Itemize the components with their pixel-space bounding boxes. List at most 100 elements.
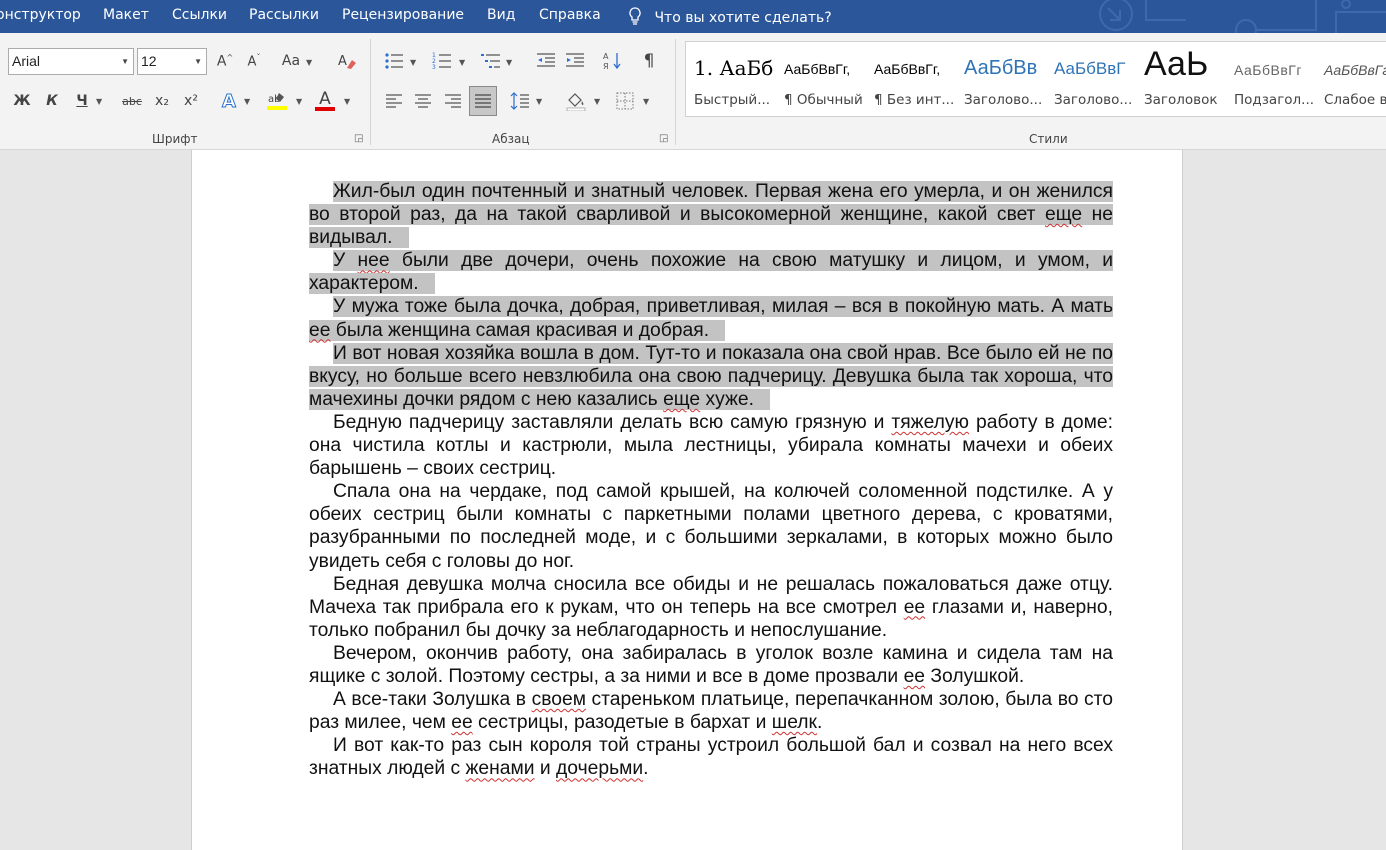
change-case-button[interactable]: Aa (279, 48, 303, 74)
numbering-button[interactable]: 123 (429, 48, 455, 74)
style-name: Заголово... (1054, 92, 1133, 108)
tab-references[interactable]: Ссылки (172, 7, 227, 23)
paragraph[interactable]: У мужа тоже была дочка, добрая, приветли… (309, 295, 1113, 341)
tab-mailings[interactable]: Рассылки (249, 7, 319, 23)
text-run: сестрицы, разодетые в бархат и (472, 712, 772, 734)
chevron-down-icon: ▼ (506, 58, 513, 67)
shading-button[interactable] (563, 88, 589, 114)
align-left-button[interactable] (381, 88, 407, 114)
misspelled-word[interactable]: еще (1045, 204, 1082, 225)
misspelled-word[interactable]: дочерьми (556, 758, 643, 779)
style-subtitle[interactable]: АаБбВвГг Подзагол... (1226, 42, 1316, 116)
document-body[interactable]: Жил-был один почтенный и знатный человек… (309, 180, 1113, 780)
paragraph[interactable]: У нее были две дочери, очень похожие на … (309, 249, 1113, 295)
decrease-indent-button[interactable] (533, 48, 559, 74)
subscript-button[interactable]: x₂ (149, 88, 175, 114)
style-title[interactable]: АаЬ Заголовок (1136, 42, 1226, 116)
paragraph[interactable]: Жил-был один почтенный и знатный человек… (309, 180, 1113, 249)
misspelled-word[interactable]: ее (904, 597, 925, 618)
shrink-font-button[interactable]: Aˇ (241, 48, 267, 74)
multilevel-list-button[interactable] (478, 48, 504, 74)
paragraph[interactable]: А все-таки Золушка в своем стареньком пл… (309, 688, 1113, 734)
highlight-color-button[interactable]: ab (264, 88, 290, 114)
underline-button[interactable]: Ч (69, 88, 95, 114)
increase-indent-button[interactable] (562, 48, 588, 74)
style-name: ¶ Обычный (784, 92, 863, 108)
bold-label: Ж (13, 93, 31, 109)
misspelled-word[interactable]: своем (532, 689, 586, 710)
text-run: Жил-был один почтенный и знатный человек… (309, 181, 1113, 226)
line-spacing-button[interactable] (507, 88, 533, 114)
justify-icon (475, 94, 491, 108)
tab-design[interactable]: онструктор (0, 7, 81, 23)
align-center-button[interactable] (410, 88, 436, 114)
paragraph[interactable]: Вечером, окончив работу, она забиралась … (309, 642, 1113, 688)
justify-button[interactable] (469, 86, 497, 116)
svg-text:Я: Я (603, 62, 609, 71)
paragraph[interactable]: И вот как-то раз сын короля той страны у… (309, 734, 1113, 780)
chevron-down-icon: ▼ (459, 58, 466, 67)
tab-review[interactable]: Рецензирование (342, 7, 464, 23)
chevron-down-icon: ▼ (244, 97, 251, 106)
line-spacing-icon (510, 92, 529, 110)
misspelled-word[interactable]: шелк (772, 712, 817, 733)
misspelled-word[interactable]: женами (466, 758, 535, 779)
style-heading-2[interactable]: АаБбВвГ Заголово... (1046, 42, 1136, 116)
tab-help[interactable]: Справка (539, 7, 601, 23)
misspelled-word[interactable]: еще (663, 389, 700, 410)
text-run: была женщина самая красивая и добрая. (330, 319, 710, 341)
chevron-down-icon: ▼ (121, 57, 129, 66)
clear-formatting-button[interactable]: A (334, 48, 360, 74)
text-run: . (816, 712, 823, 734)
tell-me-text: Что вы хотите сделать? (654, 10, 832, 26)
superscript-button[interactable]: x² (178, 88, 204, 114)
misspelled-word[interactable]: тяжелую (891, 412, 969, 433)
bullet-list-icon (385, 53, 403, 69)
misspelled-word[interactable]: ее (309, 320, 330, 341)
chevron-down-icon: ▼ (594, 97, 601, 106)
misspelled-word[interactable]: ее (904, 666, 925, 687)
paragraph[interactable]: И вот новая хозяйка вошла в дом. Тут-то … (309, 342, 1113, 411)
italic-button[interactable]: К (39, 88, 65, 114)
tab-view[interactable]: Вид (487, 7, 515, 23)
selected-text: У нее были две дочери, очень похожие на … (309, 250, 1113, 295)
selection-end (392, 227, 408, 248)
misspelled-word[interactable]: ее (451, 712, 472, 733)
strikethrough-button[interactable]: abc (118, 88, 146, 114)
style-quick[interactable]: 1. АаБб Быстрый... (686, 42, 776, 116)
font-size-combo[interactable]: 12 ▼ (137, 48, 207, 75)
paragraph[interactable]: Спала она на чердаке, под самой крышей, … (309, 480, 1113, 572)
style-normal[interactable]: АаБбВвГг, ¶ Обычный (776, 42, 866, 116)
style-subtle-emphasis[interactable]: АаБбВвГг Слабое в (1316, 42, 1386, 116)
bullets-button[interactable] (381, 48, 407, 74)
align-left-icon (386, 94, 402, 108)
ribbon: Arial ▼ 12 ▼ A^ Aˇ Aa ▼ A Ж К Ч ▼ abc x₂… (0, 33, 1386, 150)
font-dialog-launcher-icon[interactable]: ◲ (354, 133, 363, 144)
show-formatting-button[interactable]: ¶ (636, 48, 662, 74)
font-name-combo[interactable]: Arial ▼ (8, 48, 134, 75)
style-no-spacing[interactable]: АаБбВвГг, ¶ Без инт... (866, 42, 956, 116)
sort-button[interactable]: AЯ (600, 48, 626, 74)
tell-me-box[interactable]: Что вы хотите сделать? (628, 7, 832, 26)
shrink-font-icon: Aˇ (247, 52, 261, 70)
decrease-indent-icon (537, 53, 555, 67)
style-name: Заголовок (1144, 92, 1218, 108)
style-preview: АаЬ (1144, 45, 1209, 83)
paragraph[interactable]: Бедная девушка молча сносила все обиды и… (309, 573, 1113, 642)
grow-font-button[interactable]: A^ (212, 48, 238, 74)
grow-font-icon: A^ (216, 52, 234, 70)
align-right-button[interactable] (440, 88, 466, 114)
tab-layout[interactable]: Макет (103, 7, 149, 23)
borders-button[interactable] (612, 88, 638, 114)
paragraph[interactable]: Бедную падчерицу заставляли делать всю с… (309, 411, 1113, 480)
font-color-button[interactable]: A (312, 88, 338, 114)
style-heading-1[interactable]: АаБбВв Заголово... (956, 42, 1046, 116)
paragraph-text: Бедная девушка молча сносила все обиды и… (309, 574, 1113, 641)
misspelled-word[interactable]: нее (358, 250, 390, 271)
selection-end (709, 320, 725, 341)
style-preview: АаБбВвГг (1324, 62, 1386, 78)
paragraph-dialog-launcher-icon[interactable]: ◲ (659, 133, 668, 144)
bold-button[interactable]: Ж (9, 88, 35, 114)
text-effects-button[interactable]: A (216, 88, 242, 114)
text-effects-label: A (222, 90, 237, 112)
